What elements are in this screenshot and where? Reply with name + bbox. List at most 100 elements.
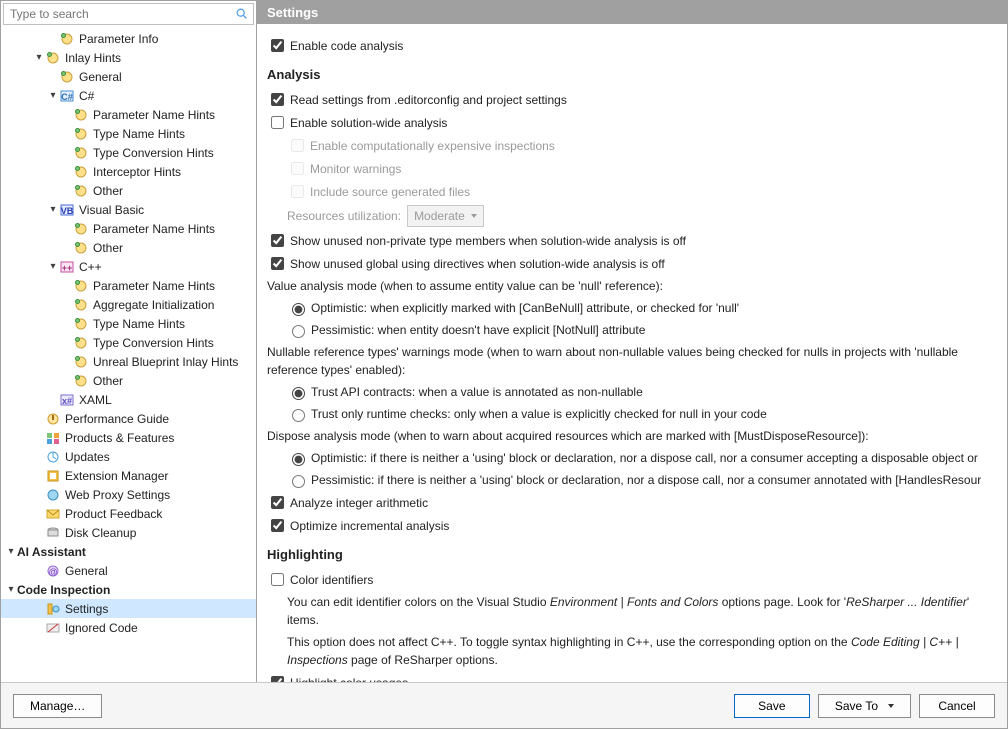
dispose-optimistic[interactable]: Optimistic: if there is neither a 'using… [267, 447, 993, 469]
svg-text:x#: x# [62, 396, 72, 406]
tree-cs-other[interactable]: ▾Other [1, 181, 256, 200]
tree-item-label: Type Conversion Hints [93, 336, 214, 350]
tree-code-inspection[interactable]: ▾Code Inspection [1, 580, 256, 599]
read-editorconfig-checkbox[interactable] [271, 93, 284, 106]
color-identifiers[interactable]: Color identifiers [267, 568, 993, 591]
read-editorconfig[interactable]: Read settings from .editorconfig and pro… [267, 88, 993, 111]
tree-perf-guide[interactable]: ▾Performance Guide [1, 409, 256, 428]
highlight-color-checkbox[interactable] [271, 676, 284, 682]
expand-icon[interactable]: ▾ [5, 584, 17, 595]
tree-updates[interactable]: ▾Updates [1, 447, 256, 466]
tree-ci-settings[interactable]: ▾Settings [1, 599, 256, 618]
tree-vb-other[interactable]: ▾Other [1, 238, 256, 257]
tree-general[interactable]: ▾General [1, 67, 256, 86]
enable-code-analysis-checkbox[interactable] [271, 39, 284, 52]
show-unused-global[interactable]: Show unused global using directives when… [267, 252, 993, 275]
highlight-color[interactable]: Highlight color usages [267, 671, 993, 682]
nrt-trust-radio[interactable] [292, 387, 305, 400]
tree-vb[interactable]: ▾VBVisual Basic [1, 200, 256, 219]
svg-text:C#: C# [61, 92, 73, 102]
tree-products[interactable]: ▾Products & Features [1, 428, 256, 447]
optimize-inc[interactable]: Optimize incremental analysis [267, 514, 993, 537]
tree-item-label: Parameter Name Hints [93, 108, 215, 122]
tree-vb-param-name[interactable]: ▾Parameter Name Hints [1, 219, 256, 238]
enable-code-analysis[interactable]: Enable code analysis [267, 34, 993, 57]
dispose-pessimistic-radio[interactable] [292, 475, 305, 488]
tree-item-label: Type Conversion Hints [93, 146, 214, 160]
tree-item-label: Extension Manager [65, 469, 168, 483]
tree-cpp-other[interactable]: ▾Other [1, 371, 256, 390]
tree-disk-cleanup[interactable]: ▾Disk Cleanup [1, 523, 256, 542]
tree-cpp-unreal[interactable]: ▾Unreal Blueprint Inlay Hints [1, 352, 256, 371]
button-bar: Manage… Save Save To Cancel [1, 682, 1007, 728]
value-optimistic-radio[interactable] [292, 303, 305, 316]
nrt-runtime-radio[interactable] [292, 409, 305, 422]
tree-item-label: Settings [65, 602, 108, 616]
value-pessimistic[interactable]: Pessimistic: when entity doesn't have ex… [267, 319, 993, 341]
hint-icon [73, 145, 89, 161]
tree-cs-param-name[interactable]: ▾Parameter Name Hints [1, 105, 256, 124]
enable-expensive-checkbox [291, 139, 304, 152]
hint-icon [45, 50, 61, 66]
tree-cs-type-name[interactable]: ▾Type Name Hints [1, 124, 256, 143]
tree-ai-general[interactable]: ▾@General [1, 561, 256, 580]
tree-item-label: Updates [65, 450, 110, 464]
cancel-button[interactable]: Cancel [919, 694, 995, 718]
tree-item-label: Other [93, 184, 123, 198]
tree-item-label: Type Name Hints [93, 317, 185, 331]
tree-cpp-agg-init[interactable]: ▾Aggregate Initialization [1, 295, 256, 314]
expand-icon[interactable]: ▾ [47, 204, 59, 215]
tree-xaml[interactable]: ▾x#XAML [1, 390, 256, 409]
show-unused-type-checkbox[interactable] [271, 234, 284, 247]
tree-item-label: Product Feedback [65, 507, 162, 521]
value-pessimistic-label: Pessimistic: when entity doesn't have ex… [311, 321, 645, 339]
tree-ai-assistant[interactable]: ▾AI Assistant [1, 542, 256, 561]
expand-icon[interactable]: ▾ [5, 546, 17, 557]
value-pessimistic-radio[interactable] [292, 325, 305, 338]
settings-tree[interactable]: ▾Parameter Info▾Inlay Hints▾General▾C#C#… [1, 27, 256, 682]
expand-icon[interactable]: ▾ [33, 52, 45, 63]
ai-icon: @ [45, 563, 61, 579]
tree-cpp-type-name[interactable]: ▾Type Name Hints [1, 314, 256, 333]
tree-web-proxy[interactable]: ▾Web Proxy Settings [1, 485, 256, 504]
tree-ci-ignored[interactable]: ▾Ignored Code [1, 618, 256, 637]
enable-swa-checkbox[interactable] [271, 116, 284, 129]
nrt-trust[interactable]: Trust API contracts: when a value is ann… [267, 381, 993, 403]
expand-icon[interactable]: ▾ [47, 90, 59, 101]
hint-icon [73, 126, 89, 142]
color-identifiers-checkbox[interactable] [271, 573, 284, 586]
analysis-heading: Analysis [267, 67, 993, 82]
page-title: Settings [257, 1, 1007, 24]
analyze-int[interactable]: Analyze integer arithmetic [267, 491, 993, 514]
tree-cs-type-conv[interactable]: ▾Type Conversion Hints [1, 143, 256, 162]
tree-inlay-hints[interactable]: ▾Inlay Hints [1, 48, 256, 67]
tree-cpp[interactable]: ▾++C++ [1, 257, 256, 276]
tree-feedback[interactable]: ▾Product Feedback [1, 504, 256, 523]
save-to-button[interactable]: Save To [818, 694, 911, 718]
show-unused-global-checkbox[interactable] [271, 257, 284, 270]
color-identifiers-note1: You can edit identifier colors on the Vi… [267, 591, 993, 631]
dispose-pessimistic[interactable]: Pessimistic: if there is neither a 'usin… [267, 469, 993, 491]
save-button[interactable]: Save [734, 694, 810, 718]
enable-swa[interactable]: Enable solution-wide analysis [267, 111, 993, 134]
manage-button[interactable]: Manage… [13, 694, 102, 718]
tree-item-label: Code Inspection [17, 583, 110, 597]
expand-icon[interactable]: ▾ [47, 261, 59, 272]
tree-item-label: C++ [79, 260, 102, 274]
nrt-runtime[interactable]: Trust only runtime checks: only when a v… [267, 403, 993, 425]
tree-ext-manager[interactable]: ▾Extension Manager [1, 466, 256, 485]
value-optimistic[interactable]: Optimistic: when explicitly marked with … [267, 297, 993, 319]
search-input[interactable] [8, 6, 235, 22]
tree-cpp-type-conv[interactable]: ▾Type Conversion Hints [1, 333, 256, 352]
color-identifiers-label: Color identifiers [290, 571, 373, 589]
tree-parameter-info[interactable]: ▾Parameter Info [1, 29, 256, 48]
analyze-int-checkbox[interactable] [271, 496, 284, 509]
tree-csharp[interactable]: ▾C#C# [1, 86, 256, 105]
tree-item-label: Interceptor Hints [93, 165, 181, 179]
nrt-runtime-label: Trust only runtime checks: only when a v… [311, 405, 767, 423]
tree-cs-interceptor[interactable]: ▾Interceptor Hints [1, 162, 256, 181]
dispose-optimistic-radio[interactable] [292, 453, 305, 466]
optimize-inc-checkbox[interactable] [271, 519, 284, 532]
tree-cpp-param-name[interactable]: ▾Parameter Name Hints [1, 276, 256, 295]
show-unused-type[interactable]: Show unused non-private type members whe… [267, 229, 993, 252]
